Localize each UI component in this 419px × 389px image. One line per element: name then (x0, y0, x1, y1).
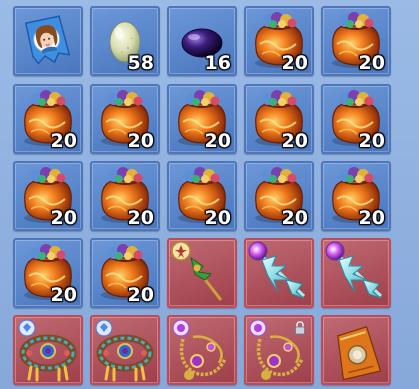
inventory-slot[interactable]: 20 (244, 6, 314, 76)
item-quantity: 20 (50, 284, 77, 306)
inventory-slot[interactable]: 20 (244, 84, 314, 154)
item-quantity: 20 (358, 130, 385, 152)
inventory-slot[interactable]: 20 (321, 6, 391, 76)
item-quantity: 20 (50, 130, 77, 152)
inventory-slot[interactable]: 58 (90, 6, 160, 76)
inventory-slot[interactable]: 20 (13, 161, 83, 231)
item-quantity: 20 (204, 130, 231, 152)
item-quantity: 20 (281, 130, 308, 152)
inventory-slot[interactable]: 20 (321, 84, 391, 154)
inventory-slot[interactable]: 20 (90, 238, 160, 308)
item-quantity: 20 (281, 52, 308, 74)
jeweled-wreath-icon (95, 319, 154, 382)
item-quantity: 20 (127, 207, 154, 229)
inventory-slot[interactable]: 20 (13, 238, 83, 308)
item-quantity: 16 (204, 52, 231, 74)
ice-staff-icon (325, 241, 383, 299)
inventory-grid: 58 16 20 20 20 20 20 20 20 20 20 20 20 2… (0, 0, 419, 389)
item-quantity: 20 (127, 130, 154, 152)
inventory-slot[interactable] (167, 315, 237, 385)
inventory-slot[interactable]: 20 (13, 84, 83, 154)
inventory-slot[interactable] (90, 315, 160, 385)
inventory-slot[interactable]: 16 (167, 6, 237, 76)
inventory-slot[interactable] (244, 238, 314, 308)
inventory-slot[interactable] (244, 315, 314, 385)
inventory-slot[interactable]: 20 (167, 161, 237, 231)
jeweled-wreath-icon (18, 319, 77, 382)
inventory-slot[interactable] (321, 238, 391, 308)
necklace-icon (172, 319, 227, 380)
inventory-slot[interactable] (321, 315, 391, 385)
ice-staff-icon (248, 241, 306, 299)
inventory-slot[interactable]: 20 (321, 161, 391, 231)
inventory-slot[interactable] (13, 6, 83, 76)
inventory-slot[interactable]: 20 (167, 84, 237, 154)
portrait-card-icon (24, 15, 71, 65)
inventory-slot[interactable]: 20 (90, 161, 160, 231)
pouch-icon (337, 326, 382, 381)
item-quantity: 20 (204, 207, 231, 229)
item-quantity: 20 (127, 284, 154, 306)
item-quantity: 20 (50, 207, 77, 229)
item-quantity: 20 (281, 207, 308, 229)
wand-icon (171, 241, 223, 301)
inventory-slot[interactable] (13, 315, 83, 385)
item-quantity: 20 (358, 207, 385, 229)
inventory-slot[interactable] (167, 238, 237, 308)
inventory-slot[interactable]: 20 (244, 161, 314, 231)
inventory-slot[interactable]: 20 (90, 84, 160, 154)
item-quantity: 58 (127, 52, 154, 74)
lock-icon (295, 321, 305, 335)
item-quantity: 20 (358, 52, 385, 74)
